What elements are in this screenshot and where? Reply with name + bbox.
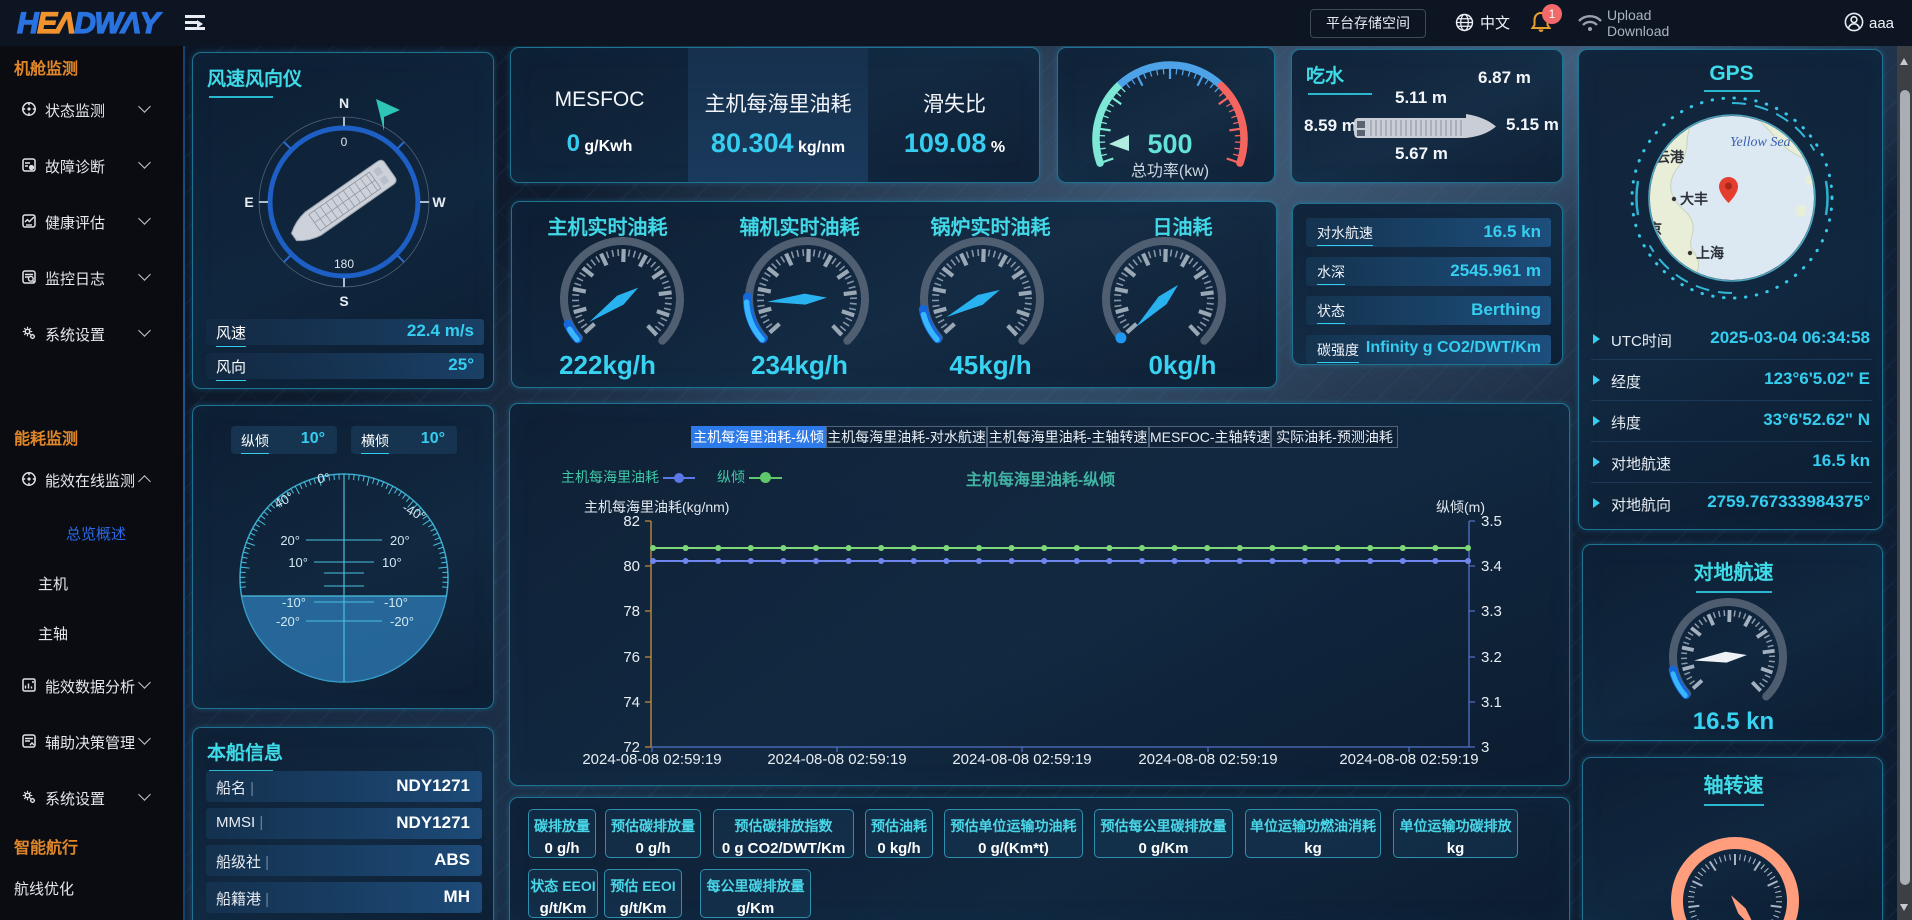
svg-text:180: 180 (334, 257, 354, 271)
svg-text:-10°: -10° (384, 595, 408, 610)
svg-text:3.3: 3.3 (1481, 603, 1502, 620)
svg-text:10°: 10° (288, 555, 308, 570)
svg-text:Yellow Sea: Yellow Sea (1730, 135, 1791, 150)
svg-text:W: W (432, 194, 446, 210)
svg-text:20°: 20° (390, 533, 410, 548)
svg-text:500: 500 (1147, 129, 1192, 159)
svg-text:20°: 20° (280, 533, 300, 548)
svg-text:上海: 上海 (1696, 245, 1724, 261)
svg-text:78: 78 (623, 603, 640, 620)
svg-text:82: 82 (623, 513, 640, 530)
svg-text:总功率(kw): 总功率(kw) (1131, 162, 1209, 180)
svg-text:大丰: 大丰 (1680, 191, 1708, 207)
svg-text:74: 74 (623, 694, 640, 711)
svg-text:3.5: 3.5 (1481, 513, 1502, 530)
svg-text:-40°: -40° (400, 500, 428, 525)
svg-text:0: 0 (341, 135, 348, 149)
svg-text:S: S (339, 293, 348, 309)
svg-text:3.1: 3.1 (1481, 694, 1502, 711)
svg-text:76: 76 (623, 649, 640, 666)
svg-text:-20°: -20° (390, 614, 414, 629)
svg-text:3.4: 3.4 (1481, 558, 1502, 575)
svg-text:E: E (244, 194, 253, 210)
svg-text:-10°: -10° (282, 595, 306, 610)
svg-text:N: N (339, 95, 349, 111)
svg-text:0°: 0° (317, 470, 331, 486)
svg-text:80: 80 (623, 558, 640, 575)
svg-text:-20°: -20° (276, 614, 300, 629)
svg-text:3.2: 3.2 (1481, 649, 1502, 666)
svg-text:10°: 10° (382, 555, 402, 570)
